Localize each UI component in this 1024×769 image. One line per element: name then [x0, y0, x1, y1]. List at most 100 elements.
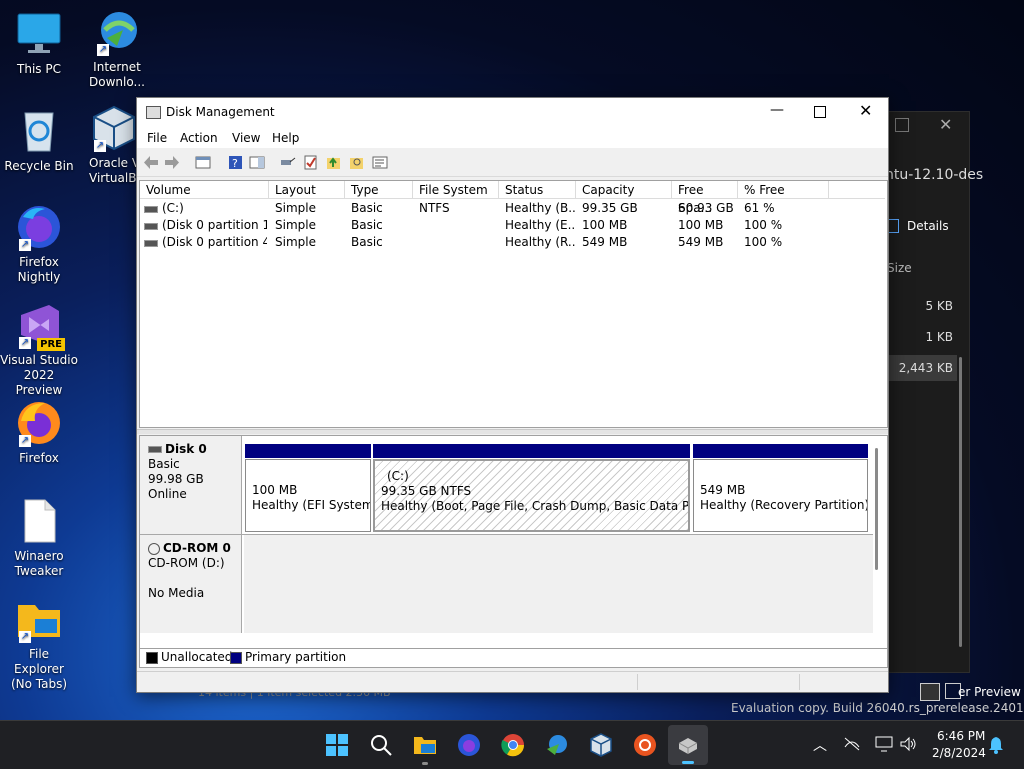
column-header-volume[interactable]: Volume — [140, 181, 269, 199]
connect-virtual-disk-icon[interactable] — [280, 155, 296, 170]
title-bar[interactable]: Disk Management — ✕ — [137, 98, 888, 128]
desktop-icon-virtualbox[interactable]: ↗ Oracle VI VirtualBo — [78, 104, 140, 186]
clock-time[interactable]: 6:46 PM — [937, 729, 985, 743]
network-offline-icon[interactable] — [843, 737, 861, 751]
volume-cell: (C:) — [162, 201, 184, 215]
table-row[interactable]: (Disk 0 partition 1) Simple Basic Health… — [140, 217, 885, 234]
disk-name: Disk 0 — [165, 442, 207, 456]
desktop-icon-visual-studio[interactable]: ↗ PRE Visual Studio 2022 Preview — [0, 301, 78, 398]
status-cell: Healthy (E... — [505, 218, 575, 232]
desktop-icon-label: Firefox Nightly — [17, 255, 61, 284]
tab-title[interactable]: ntu-12.10-des — [885, 167, 983, 183]
column-header-capacity[interactable]: Capacity — [576, 181, 672, 199]
upload-icon[interactable] — [326, 155, 342, 170]
table-row[interactable]: (C:) Simple Basic NTFS Healthy (B... 99.… — [140, 200, 885, 217]
properties-icon[interactable] — [372, 155, 388, 170]
disk-management-window[interactable]: Disk Management — ✕ File Action View Hel… — [136, 97, 889, 693]
layout-cell: Simple — [275, 218, 316, 232]
chrome-icon[interactable] — [501, 733, 525, 757]
free-space-cell: 60.93 GB — [678, 201, 734, 215]
maximize-icon[interactable] — [814, 106, 826, 118]
minimize-icon[interactable]: — — [770, 102, 784, 118]
disk-size: 99.98 GB — [148, 472, 204, 486]
primary-partition-bar — [693, 444, 868, 458]
search-icon[interactable] — [369, 733, 393, 757]
desktop-icon-label: File Explorer (No Tabs) — [10, 647, 68, 691]
menu-bar: File Action View Help — [137, 128, 888, 148]
search-icon[interactable] — [349, 155, 365, 170]
details-view-icon[interactable] — [920, 683, 940, 701]
chevron-up-icon[interactable]: ︿ — [813, 735, 827, 755]
cdrom-0-label[interactable]: CD-ROM 0 CD-ROM (D:) No Media — [140, 535, 242, 633]
partition-label — [252, 468, 370, 483]
legend-swatch-primary — [230, 652, 242, 664]
disk-icon — [148, 446, 162, 453]
column-header-layout[interactable]: Layout — [269, 181, 345, 199]
details-button[interactable]: Details — [907, 219, 949, 233]
cdrom-name: CD-ROM 0 — [163, 541, 231, 555]
disk-graphical-view[interactable]: Disk 0 Basic 99.98 GB Online 100 MB Heal… — [139, 435, 888, 649]
desktop-icon-recycle-bin[interactable]: Recycle Bin — [0, 107, 78, 174]
percent-free-cell: 61 % — [744, 201, 775, 215]
file-explorer-icon[interactable] — [413, 733, 437, 765]
desktop-icon-firefox[interactable]: ↗ Firefox — [0, 399, 78, 466]
menu-view[interactable]: View — [232, 131, 260, 145]
size-column-header[interactable]: Size — [887, 261, 912, 275]
scrollbar[interactable] — [959, 357, 962, 647]
check-icon[interactable] — [303, 155, 319, 170]
close-icon[interactable]: ✕ — [859, 101, 872, 120]
background-explorer-window[interactable]: ✕ ntu-12.10-des Details Size 5 KB 1 KB 2… — [880, 111, 983, 673]
size-cell: 1 KB — [925, 330, 953, 344]
cdrom-drive: CD-ROM (D:) — [148, 556, 225, 570]
column-header-type[interactable]: Type — [345, 181, 413, 199]
desktop-icon-winaero-tweaker[interactable]: Winaero Tweaker — [0, 497, 78, 579]
column-header-empty — [829, 181, 885, 199]
disk-management-taskbar-button[interactable] — [668, 725, 708, 765]
graphical-view-scrollbar[interactable] — [875, 448, 878, 570]
pane-splitter[interactable] — [137, 429, 888, 434]
ubuntu-icon[interactable] — [633, 733, 657, 757]
column-header-percent-free[interactable]: % Free — [738, 181, 829, 199]
start-button[interactable] — [325, 733, 349, 757]
disk-0-label[interactable]: Disk 0 Basic 99.98 GB Online — [140, 436, 242, 534]
column-header-file-system[interactable]: File System — [413, 181, 499, 199]
status-divider — [799, 674, 800, 690]
percent-free-cell: 100 % — [744, 235, 783, 249]
clock-date[interactable]: 2/8/2024 — [932, 746, 986, 760]
column-header-free-space[interactable]: Free Spa... — [672, 181, 738, 215]
maximize-icon[interactable] — [895, 118, 909, 132]
desktop-icon-this-pc[interactable]: This PC — [0, 10, 78, 77]
primary-partition-bar — [373, 444, 690, 458]
visual-studio-icon: ↗ PRE — [15, 301, 65, 351]
virtualbox-icon[interactable] — [589, 733, 613, 757]
column-header-status[interactable]: Status — [499, 181, 576, 199]
desktop-icon-internet-download[interactable]: ↗ Internet Downlo... — [78, 8, 156, 90]
desktop-icon-firefox-nightly[interactable]: ↗ Firefox Nightly — [0, 203, 78, 285]
display-icon[interactable] — [875, 736, 893, 752]
type-cell: Basic — [351, 218, 383, 232]
menu-action[interactable]: Action — [180, 131, 218, 145]
notification-bell-icon[interactable] — [988, 736, 1004, 754]
partition-c[interactable]: (C:) 99.35 GB NTFS Healthy (Boot, Page F… — [373, 444, 690, 532]
size-cell: 5 KB — [925, 299, 953, 313]
internet-download-manager-icon[interactable] — [545, 733, 569, 757]
close-icon[interactable]: ✕ — [939, 115, 952, 134]
show-hide-console-tree-icon[interactable] — [195, 155, 211, 170]
help-icon[interactable]: ? — [228, 155, 244, 170]
volume-list[interactable]: Volume Layout Type File System Status Ca… — [139, 180, 888, 461]
back-icon[interactable] — [143, 155, 159, 170]
table-row[interactable]: (Disk 0 partition 4) Simple Basic Health… — [140, 234, 885, 251]
primary-partition-bar — [245, 444, 371, 458]
menu-file[interactable]: File — [147, 131, 167, 145]
cdrom-media: No Media — [148, 586, 205, 600]
desktop-icon-label: Winaero Tweaker — [14, 549, 64, 578]
percent-free-cell: 100 % — [744, 218, 783, 232]
partition-efi[interactable]: 100 MB Healthy (EFI System P — [245, 444, 371, 532]
menu-help[interactable]: Help — [272, 131, 299, 145]
firefox-nightly-icon[interactable] — [457, 733, 481, 757]
desktop-icon-file-explorer[interactable]: ↗ File Explorer (No Tabs) — [0, 595, 78, 692]
volume-icon[interactable] — [899, 736, 917, 752]
partition-recovery[interactable]: 549 MB Healthy (Recovery Partition) — [693, 444, 868, 532]
forward-icon[interactable] — [164, 155, 180, 170]
show-hide-action-pane-icon[interactable] — [249, 155, 265, 170]
